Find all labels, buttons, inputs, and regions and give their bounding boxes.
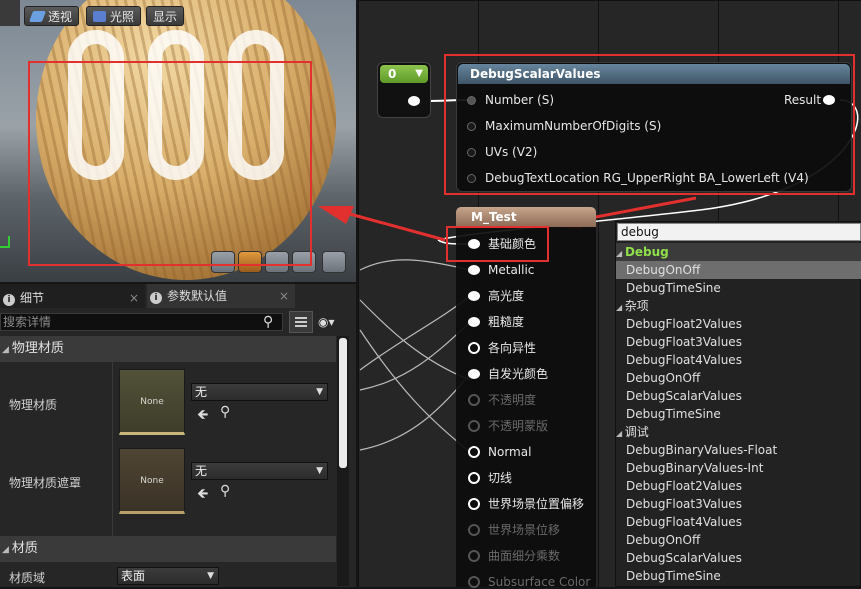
menu-item[interactable]: DebugFloat2Values bbox=[616, 477, 861, 495]
menu-item-label: DebugTimeSine bbox=[626, 407, 721, 421]
material-input-label: Normal bbox=[488, 445, 532, 459]
annotation-box-base-color bbox=[446, 226, 549, 262]
output-pin[interactable] bbox=[408, 96, 420, 106]
menu-item[interactable]: DebugFloat4Values bbox=[616, 351, 861, 369]
material-input-pin[interactable] bbox=[468, 342, 480, 354]
wire bbox=[359, 295, 471, 371]
menu-category[interactable]: ◢ Debug bbox=[616, 243, 861, 261]
material-input-label: 世界场景位置偏移 bbox=[488, 497, 585, 511]
material-input-pin[interactable] bbox=[468, 291, 480, 301]
menu-item-label: Debug bbox=[624, 245, 669, 259]
menu-item[interactable]: DebugBinaryValues-Int bbox=[616, 459, 861, 477]
menu-item-label: 调试 bbox=[624, 425, 649, 439]
menu-item-label: DebugBinaryValues-Int bbox=[626, 461, 764, 475]
menu-item[interactable]: DebugFloat3Values bbox=[616, 495, 861, 513]
wire bbox=[359, 321, 471, 391]
collapse-arrow-icon[interactable]: ▼ bbox=[415, 65, 423, 83]
material-input-label: 高光度 bbox=[488, 289, 525, 303]
menu-item-label: DebugFloat2Values bbox=[626, 479, 742, 493]
menu-item-label: DebugScalarValues bbox=[626, 551, 742, 565]
annotation-arrowhead bbox=[318, 206, 354, 224]
expand-triangle-icon: ◢ bbox=[616, 249, 625, 258]
material-input-label: 不透明蒙版 bbox=[488, 419, 549, 433]
material-input-label: 切线 bbox=[488, 471, 513, 485]
menu-item[interactable]: DebugOnOff bbox=[616, 531, 861, 549]
menu-item-label: DebugFloat4Values bbox=[626, 515, 742, 529]
menu-item[interactable]: DebugOnOff bbox=[616, 261, 861, 279]
menu-search-input[interactable]: debug bbox=[617, 223, 861, 241]
menu-item-label: DebugTimeSine bbox=[626, 569, 721, 583]
material-input-label: 曲面细分乘数 bbox=[488, 549, 561, 563]
menu-item-label: DebugTimeSine bbox=[626, 281, 721, 295]
menu-item[interactable]: DebugTimeSine bbox=[616, 567, 861, 585]
material-input-label: 不透明度 bbox=[488, 393, 537, 407]
menu-item-label: 杂项 bbox=[624, 299, 649, 313]
node-title[interactable]: M_Test bbox=[456, 207, 596, 227]
annotation-box-debug-node bbox=[444, 54, 855, 195]
menu-item[interactable]: DebugFloat4Values bbox=[616, 513, 861, 531]
wire bbox=[359, 329, 471, 453]
menu-item-label: DebugFloat2Values bbox=[626, 317, 742, 331]
material-input-label: 世界场景位移 bbox=[488, 523, 561, 537]
material-input-label: 自发光颜色 bbox=[488, 367, 549, 381]
material-input-pin[interactable] bbox=[468, 550, 480, 562]
menu-item[interactable]: DebugOnOff bbox=[616, 369, 861, 387]
menu-item-label: DebugFloat4Values bbox=[626, 353, 742, 367]
menu-item[interactable]: DebugFloat2Values bbox=[616, 315, 861, 333]
constant-node-header[interactable]: 0 ▼ bbox=[380, 65, 428, 83]
menu-item-label: DebugOnOff bbox=[626, 371, 701, 385]
menu-item[interactable]: DebugBinaryValues-Float bbox=[616, 441, 861, 459]
material-input-label: Metallic bbox=[488, 263, 535, 277]
material-input-pin[interactable] bbox=[468, 265, 480, 275]
material-input-pin[interactable] bbox=[468, 317, 480, 327]
menu-item[interactable]: DebugTimeSine bbox=[616, 279, 861, 297]
menu-item-label: DebugBinaryValues-Float bbox=[626, 443, 778, 457]
material-input-pin[interactable] bbox=[468, 394, 480, 406]
expand-triangle-icon: ◢ bbox=[616, 429, 625, 438]
material-input-pin[interactable] bbox=[468, 576, 480, 588]
menu-item[interactable]: DebugFloat3Values bbox=[616, 333, 861, 351]
menu-item[interactable]: DebugTimeSine bbox=[616, 405, 861, 423]
menu-item-label: DebugFloat3Values bbox=[626, 497, 742, 511]
menu-item-label: DebugFloat3Values bbox=[626, 335, 742, 349]
material-input-pin[interactable] bbox=[468, 369, 480, 379]
menu-item-label: DebugOnOff bbox=[626, 263, 701, 277]
menu-category[interactable]: ◢ 杂项 bbox=[616, 297, 861, 315]
expand-triangle-icon: ◢ bbox=[616, 303, 625, 312]
material-input-pin[interactable] bbox=[468, 498, 480, 510]
menu-item-label: DebugScalarValues bbox=[626, 389, 742, 403]
menu-item-label: DebugOnOff bbox=[626, 533, 701, 547]
material-input-pin[interactable] bbox=[468, 446, 480, 458]
menu-item[interactable]: DebugScalarValues bbox=[616, 387, 861, 405]
material-input-label: 粗糙度 bbox=[488, 315, 525, 329]
annotation-arrow bbox=[349, 212, 446, 242]
menu-category[interactable]: ◢ 调试 bbox=[616, 423, 861, 441]
material-input-pin[interactable] bbox=[468, 472, 480, 484]
material-input-label: 各向异性 bbox=[488, 341, 537, 355]
material-input-pin[interactable] bbox=[468, 420, 480, 432]
material-input-pin[interactable] bbox=[468, 524, 480, 536]
menu-item[interactable]: DebugScalarValues bbox=[616, 549, 861, 567]
